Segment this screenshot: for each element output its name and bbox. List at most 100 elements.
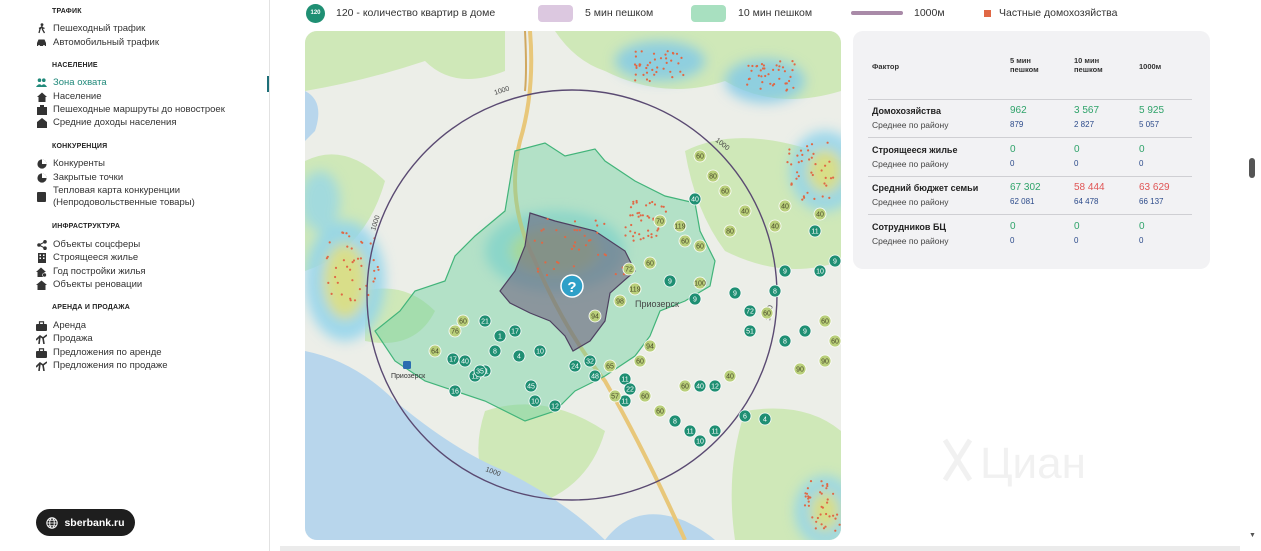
legend-distance[interactable]: 1000м [851,0,945,26]
svg-text:70: 70 [656,219,664,226]
legend-house-dot: 120 [306,3,325,23]
private-household-dot [772,68,775,71]
private-household-dot [810,171,813,174]
private-household-dot [376,265,379,269]
sidebar-item-pedestrian-traffic[interactable]: Пешеходный трафик [36,22,145,35]
sidebar-item-social-objects[interactable]: Объекты соцсферы [36,238,140,251]
house-marker: 60 [828,334,841,348]
scroll-down-arrow-icon[interactable]: ▼ [1249,532,1256,539]
private-household-dot [795,177,798,180]
sidebar-item-label: Объекты соцсферы [53,239,141,250]
vertical-scrollbar-thumb[interactable] [1249,158,1255,178]
private-household-dot [373,269,376,272]
svg-text:8: 8 [493,349,497,356]
svg-text:12: 12 [711,384,719,391]
house-marker: 9 [663,274,677,288]
house-marker: 57 [608,389,622,403]
house-marker: 70 [653,214,667,228]
map-road-north [524,31,527,92]
legend-apartments-label: 120 - количество квартир в доме [336,7,496,19]
legend-walk10[interactable]: 10 мин пешком [691,0,812,26]
svg-text:9: 9 [833,259,837,266]
private-household-dot [342,259,345,262]
sidebar-item-competitors[interactable]: Конкуренты [36,157,105,170]
svg-text:8: 8 [673,419,677,426]
sidebar-item-pedestrian-routes[interactable]: Пешеходные маршруты до новостроек [36,103,225,116]
sidebar-item-sale[interactable]: Продажа [36,332,93,345]
svg-text:60: 60 [821,319,829,326]
section-title-competition: КОНКУРЕНЦИЯ [52,143,108,150]
private-household-dot [632,202,635,205]
coverage-map[interactable]: 1000 1000 1000 1000 1000 608040604060701… [305,31,841,540]
private-household-dot [838,523,841,526]
map-canvas[interactable]: 1000 1000 1000 1000 1000 608040604060701… [305,31,841,540]
people-icon [36,77,47,88]
walking-person-icon [36,23,47,34]
private-household-dot [572,265,575,268]
svg-text:40: 40 [781,204,789,211]
sidebar-item-label: Тепловая карта конкуренции (Непродовольс… [53,185,195,208]
legend-walk5[interactable]: 5 мин пешком [538,0,653,26]
private-household-dot [540,229,543,232]
private-household-dot [828,515,831,518]
svg-text:80: 80 [709,174,717,181]
sidebar-item-rent[interactable]: Аренда [36,319,86,332]
private-household-dot [767,73,770,76]
svg-text:11: 11 [711,429,718,436]
private-household-dot [828,196,831,199]
private-household-dot [660,205,663,208]
row-value: 0 [1139,221,1145,232]
legend-walk10-label: 10 мин пешком [738,7,813,19]
house-marker: 40 [723,369,737,383]
private-household-dot [783,70,786,73]
private-household-dot [788,79,791,83]
divider [868,176,1192,177]
sidebar-item-rent-offers[interactable]: Предложения по аренде [36,346,162,359]
sidebar-item-coverage-zone[interactable]: Зона охвата [36,76,107,89]
svg-text:40: 40 [691,197,699,204]
private-household-dot [779,60,782,63]
horizontal-scrollbar[interactable] [280,546,1240,551]
house-marker: 98 [613,294,627,308]
house-gear-icon [36,266,47,277]
house-marker: 60 [456,314,470,328]
private-household-dot [541,241,544,244]
private-household-dot [796,171,799,174]
private-household-dot [670,59,673,62]
private-household-dot [832,514,835,517]
svg-text:60: 60 [636,359,644,366]
house-marker: 40 [778,199,792,213]
house-marker: 64 [428,344,442,358]
sidebar-item-closed-points[interactable]: Закрытые точки [36,171,123,184]
house-marker: 94 [643,339,657,353]
legend-private[interactable]: Частные домохозяйства [984,0,1117,26]
private-household-dot [353,299,357,302]
private-household-dot [336,281,339,284]
private-household-dot [552,267,555,271]
sidebar-item-label: Население [53,91,102,102]
private-household-dot [349,299,352,302]
private-household-dot [814,163,817,166]
sidebar-item-build-year[interactable]: Год постройки жилья [36,265,146,278]
svg-text:98: 98 [616,299,624,306]
private-household-dot [635,64,638,67]
sberbank-site-button[interactable]: sberbank.ru [36,509,135,536]
svg-text:17: 17 [511,329,519,336]
legend-walk10-swatch [691,4,726,22]
sidebar-item-competition-heatmap[interactable]: Тепловая карта конкуренции (Непродовольс… [36,184,236,210]
house-icon [36,279,47,290]
sidebar-item-renovation[interactable]: Объекты реновации [36,278,142,291]
sidebar-item-construction[interactable]: Строящееся жилье [36,251,138,264]
sidebar-item-sale-offers[interactable]: Предложения по продаже [36,359,168,372]
sidebar-item-label: Автомобильный трафик [53,37,159,48]
section-title-traffic: ТРАФИК [52,8,82,15]
house-marker: 60 [633,354,647,368]
svg-text:119: 119 [674,224,685,231]
private-household-dot [369,242,372,245]
sidebar-item-car-traffic[interactable]: Автомобильный трафик [36,36,159,49]
svg-text:1: 1 [498,334,502,341]
sidebar-item-population[interactable]: Население [36,90,102,103]
private-household-dot [746,83,749,86]
sidebar-item-average-income[interactable]: Средние доходы населения [36,116,176,129]
svg-text:35: 35 [476,369,484,376]
